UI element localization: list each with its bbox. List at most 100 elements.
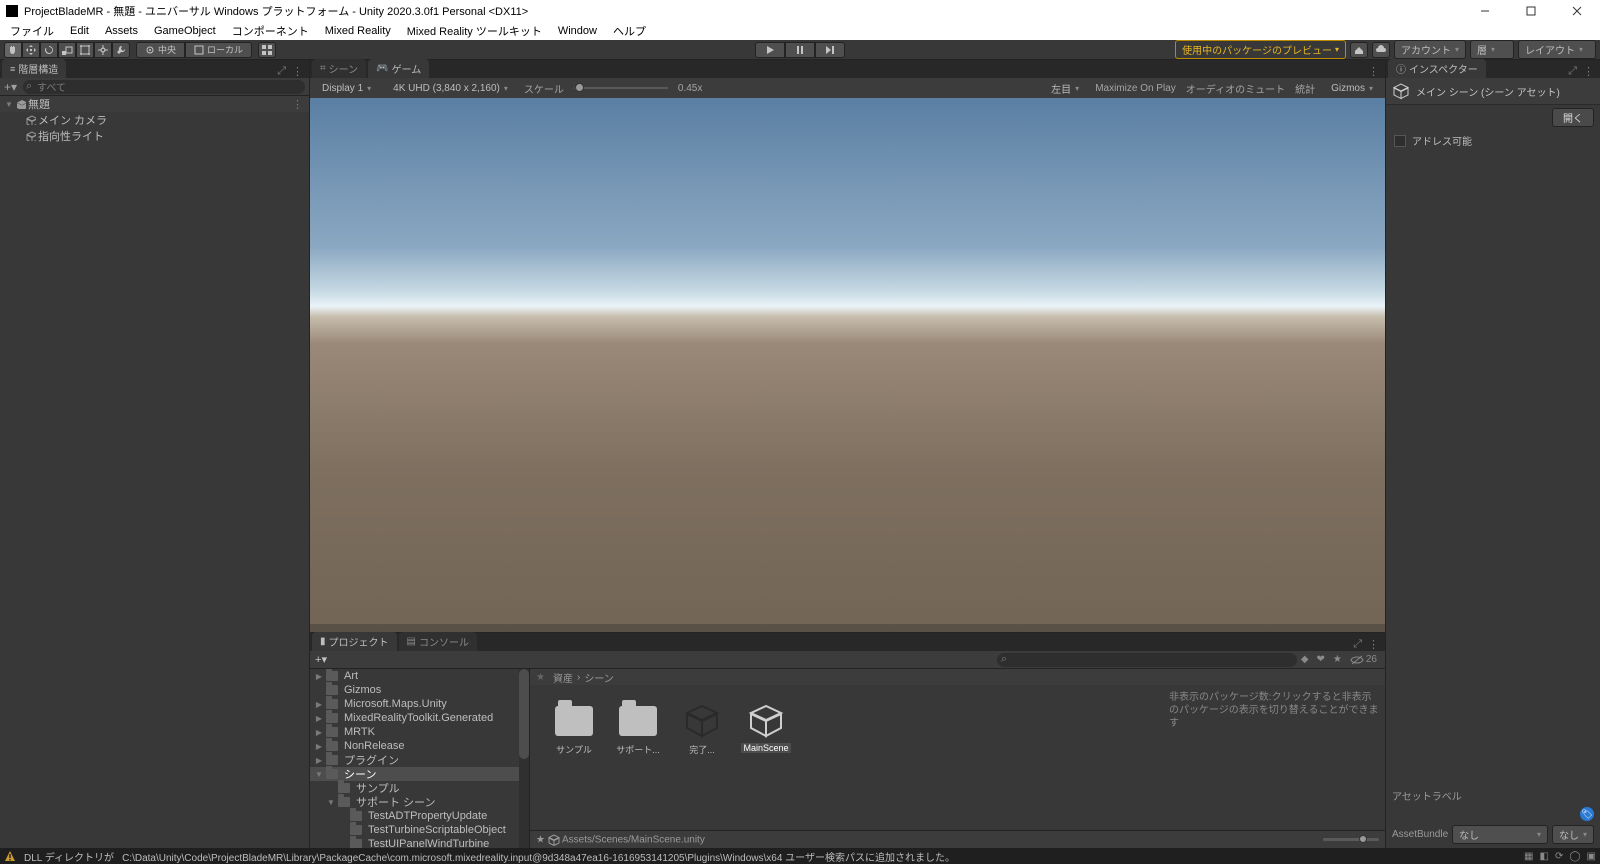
menu-assets[interactable]: Assets <box>97 23 146 39</box>
thumbnail-size-slider[interactable] <box>1323 838 1379 841</box>
scene-tab[interactable]: ⌗シーン <box>312 59 366 78</box>
project-tree-row[interactable]: TestADTPropertyUpdate <box>310 809 529 823</box>
inspector-lock-icon[interactable]: ⤢ <box>1568 65 1577 78</box>
move-tool-button[interactable] <box>22 42 40 58</box>
menu-gameobject[interactable]: GameObject <box>146 23 224 39</box>
create-dropdown[interactable]: +▾ <box>4 80 17 94</box>
space-mode-button[interactable]: ローカル <box>185 42 252 58</box>
stats-toggle[interactable]: 統計 <box>1295 81 1315 96</box>
eye-dropdown[interactable]: 左目 <box>1045 80 1085 97</box>
filter-by-label-icon[interactable]: ❤ <box>1317 654 1325 665</box>
account-dropdown[interactable]: アカウント <box>1394 40 1466 59</box>
transform-tool-button[interactable] <box>94 42 112 58</box>
addressable-checkbox[interactable] <box>1394 135 1406 147</box>
console-tab[interactable]: ▤コンソール <box>399 632 477 651</box>
menu-file[interactable]: ファイル <box>2 21 62 41</box>
status-icon[interactable]: ▦ <box>1524 851 1533 862</box>
project-tree-row[interactable]: ▶NonRelease <box>310 739 529 753</box>
layers-dropdown[interactable]: 層 <box>1470 40 1514 59</box>
menu-help[interactable]: ヘルプ <box>605 21 654 41</box>
scene-row[interactable]: ▼ 無題 ⋮ <box>0 96 309 112</box>
project-tree-row[interactable]: ▼サポート シーン <box>310 795 529 809</box>
asset-item[interactable]: 完了... <box>678 703 726 756</box>
collab-button[interactable] <box>1350 42 1368 58</box>
project-tree-row[interactable]: サンプル <box>310 781 529 795</box>
game-viewport[interactable] <box>310 98 1385 632</box>
gizmos-dropdown[interactable]: Gizmos <box>1325 82 1379 95</box>
project-tree-row[interactable]: Gizmos <box>310 683 529 697</box>
step-button[interactable] <box>815 42 845 58</box>
preview-packages-button[interactable]: 使用中のパッケージのプレビュー▾ <box>1175 40 1346 59</box>
rect-tool-button[interactable] <box>76 42 94 58</box>
project-tree[interactable]: ▶ArtGizmos▶Microsoft.Maps.Unity▶MixedRea… <box>310 669 530 848</box>
maximize-toggle[interactable]: Maximize On Play <box>1095 83 1176 94</box>
project-tree-row[interactable]: ▶Art <box>310 669 529 683</box>
hierarchy-item[interactable]: 指向性ライト <box>0 128 309 144</box>
project-context-icon[interactable]: ⋮ <box>1368 638 1379 651</box>
scale-tool-button[interactable] <box>58 42 76 58</box>
cloud-button[interactable] <box>1372 42 1390 58</box>
scale-slider[interactable] <box>574 87 668 89</box>
menu-window[interactable]: Window <box>550 23 605 39</box>
project-tree-scrollbar[interactable] <box>519 669 529 848</box>
asset-grid[interactable]: サンプルサポート...完了...MainScene非表示のパッケージ数:クリック… <box>530 685 1385 830</box>
asset-item[interactable]: サンプル <box>550 703 598 756</box>
status-icon[interactable]: ⟳ <box>1555 851 1563 862</box>
status-icon[interactable]: ◯ <box>1569 851 1580 862</box>
hierarchy-popout-icon[interactable]: ⤢ <box>277 65 286 78</box>
open-asset-button[interactable]: 開く <box>1552 108 1594 127</box>
menu-mixedreality[interactable]: Mixed Reality <box>317 23 399 39</box>
status-icon[interactable]: ▣ <box>1587 851 1596 862</box>
label-tag-icon[interactable]: 🏷 <box>1580 807 1594 821</box>
hierarchy-item[interactable]: メイン カメラ <box>0 112 309 128</box>
project-panel: ▮プロジェクト ▤コンソール ⤢ ⋮ +▾ ⌕ ◆ ❤ ★ 26 <box>310 632 1385 848</box>
assetbundle-name-dropdown[interactable]: なし <box>1452 825 1548 844</box>
hidden-packages-toggle[interactable]: 26 <box>1350 654 1377 665</box>
project-tab[interactable]: ▮プロジェクト <box>312 632 397 651</box>
custom-tools-button[interactable] <box>112 42 130 58</box>
hierarchy-tree[interactable]: ▼ 無題 ⋮ メイン カメラ 指向性ライト <box>0 96 309 848</box>
display-dropdown[interactable]: Display 1 <box>316 82 377 95</box>
create-asset-dropdown[interactable]: +▾ <box>314 653 328 666</box>
game-tab[interactable]: 🎮ゲーム <box>368 59 429 78</box>
asset-item[interactable]: サポート... <box>614 703 662 756</box>
snap-button[interactable] <box>258 42 276 58</box>
pivot-mode-button[interactable]: 中央 <box>136 42 185 58</box>
project-tree-row[interactable]: ▶MRTK <box>310 725 529 739</box>
project-popout-icon[interactable]: ⤢ <box>1353 638 1362 651</box>
mute-audio-toggle[interactable]: オーディオのミュート <box>1186 81 1285 96</box>
inspector-context-icon[interactable]: ⋮ <box>1583 65 1594 78</box>
project-tree-row[interactable]: ▶Microsoft.Maps.Unity <box>310 697 529 711</box>
hand-tool-button[interactable] <box>4 42 22 58</box>
favorite-icon[interactable]: ★ <box>536 672 545 683</box>
resolution-dropdown[interactable]: 4K UHD (3,840 x 2,160) <box>387 82 514 95</box>
close-button[interactable] <box>1554 0 1600 22</box>
scene-context-icon[interactable]: ⋮ <box>292 98 303 111</box>
project-breadcrumb[interactable]: ★ 資産› シーン <box>530 669 1385 685</box>
inspector-tab[interactable]: ⓘインスペクター <box>1388 59 1486 78</box>
rotate-tool-button[interactable] <box>40 42 58 58</box>
project-tree-row[interactable]: TestTurbineScriptableObject <box>310 823 529 837</box>
menu-edit[interactable]: Edit <box>62 23 97 39</box>
play-button[interactable] <box>755 42 785 58</box>
project-tree-row[interactable]: ▶MixedRealityToolkit.Generated <box>310 711 529 725</box>
menu-component[interactable]: コンポーネント <box>224 21 317 41</box>
assetbundle-variant-dropdown[interactable]: なし <box>1552 825 1594 844</box>
project-search[interactable]: ⌕ <box>997 653 1297 667</box>
project-tree-row[interactable]: ▶プラグイン <box>310 753 529 767</box>
hierarchy-tab[interactable]: ≡階層構造 <box>2 59 66 78</box>
project-tree-row[interactable]: TestUIPanelWindTurbine <box>310 837 529 848</box>
game-context-icon[interactable]: ⋮ <box>1368 65 1379 78</box>
project-tree-row[interactable]: ▼シーン <box>310 767 529 781</box>
hierarchy-search[interactable]: すべて <box>23 80 305 94</box>
menu-mrtk[interactable]: Mixed Reality ツールキット <box>399 21 550 41</box>
hierarchy-context-icon[interactable]: ⋮ <box>292 65 303 78</box>
layout-dropdown[interactable]: レイアウト <box>1518 40 1596 59</box>
status-icon[interactable]: ◧ <box>1540 851 1549 862</box>
minimize-button[interactable] <box>1462 0 1508 22</box>
asset-item[interactable]: MainScene <box>742 703 790 753</box>
save-search-icon[interactable]: ★ <box>1333 654 1342 665</box>
filter-by-type-icon[interactable]: ◆ <box>1301 654 1309 665</box>
maximize-button[interactable] <box>1508 0 1554 22</box>
pause-button[interactable] <box>785 42 815 58</box>
